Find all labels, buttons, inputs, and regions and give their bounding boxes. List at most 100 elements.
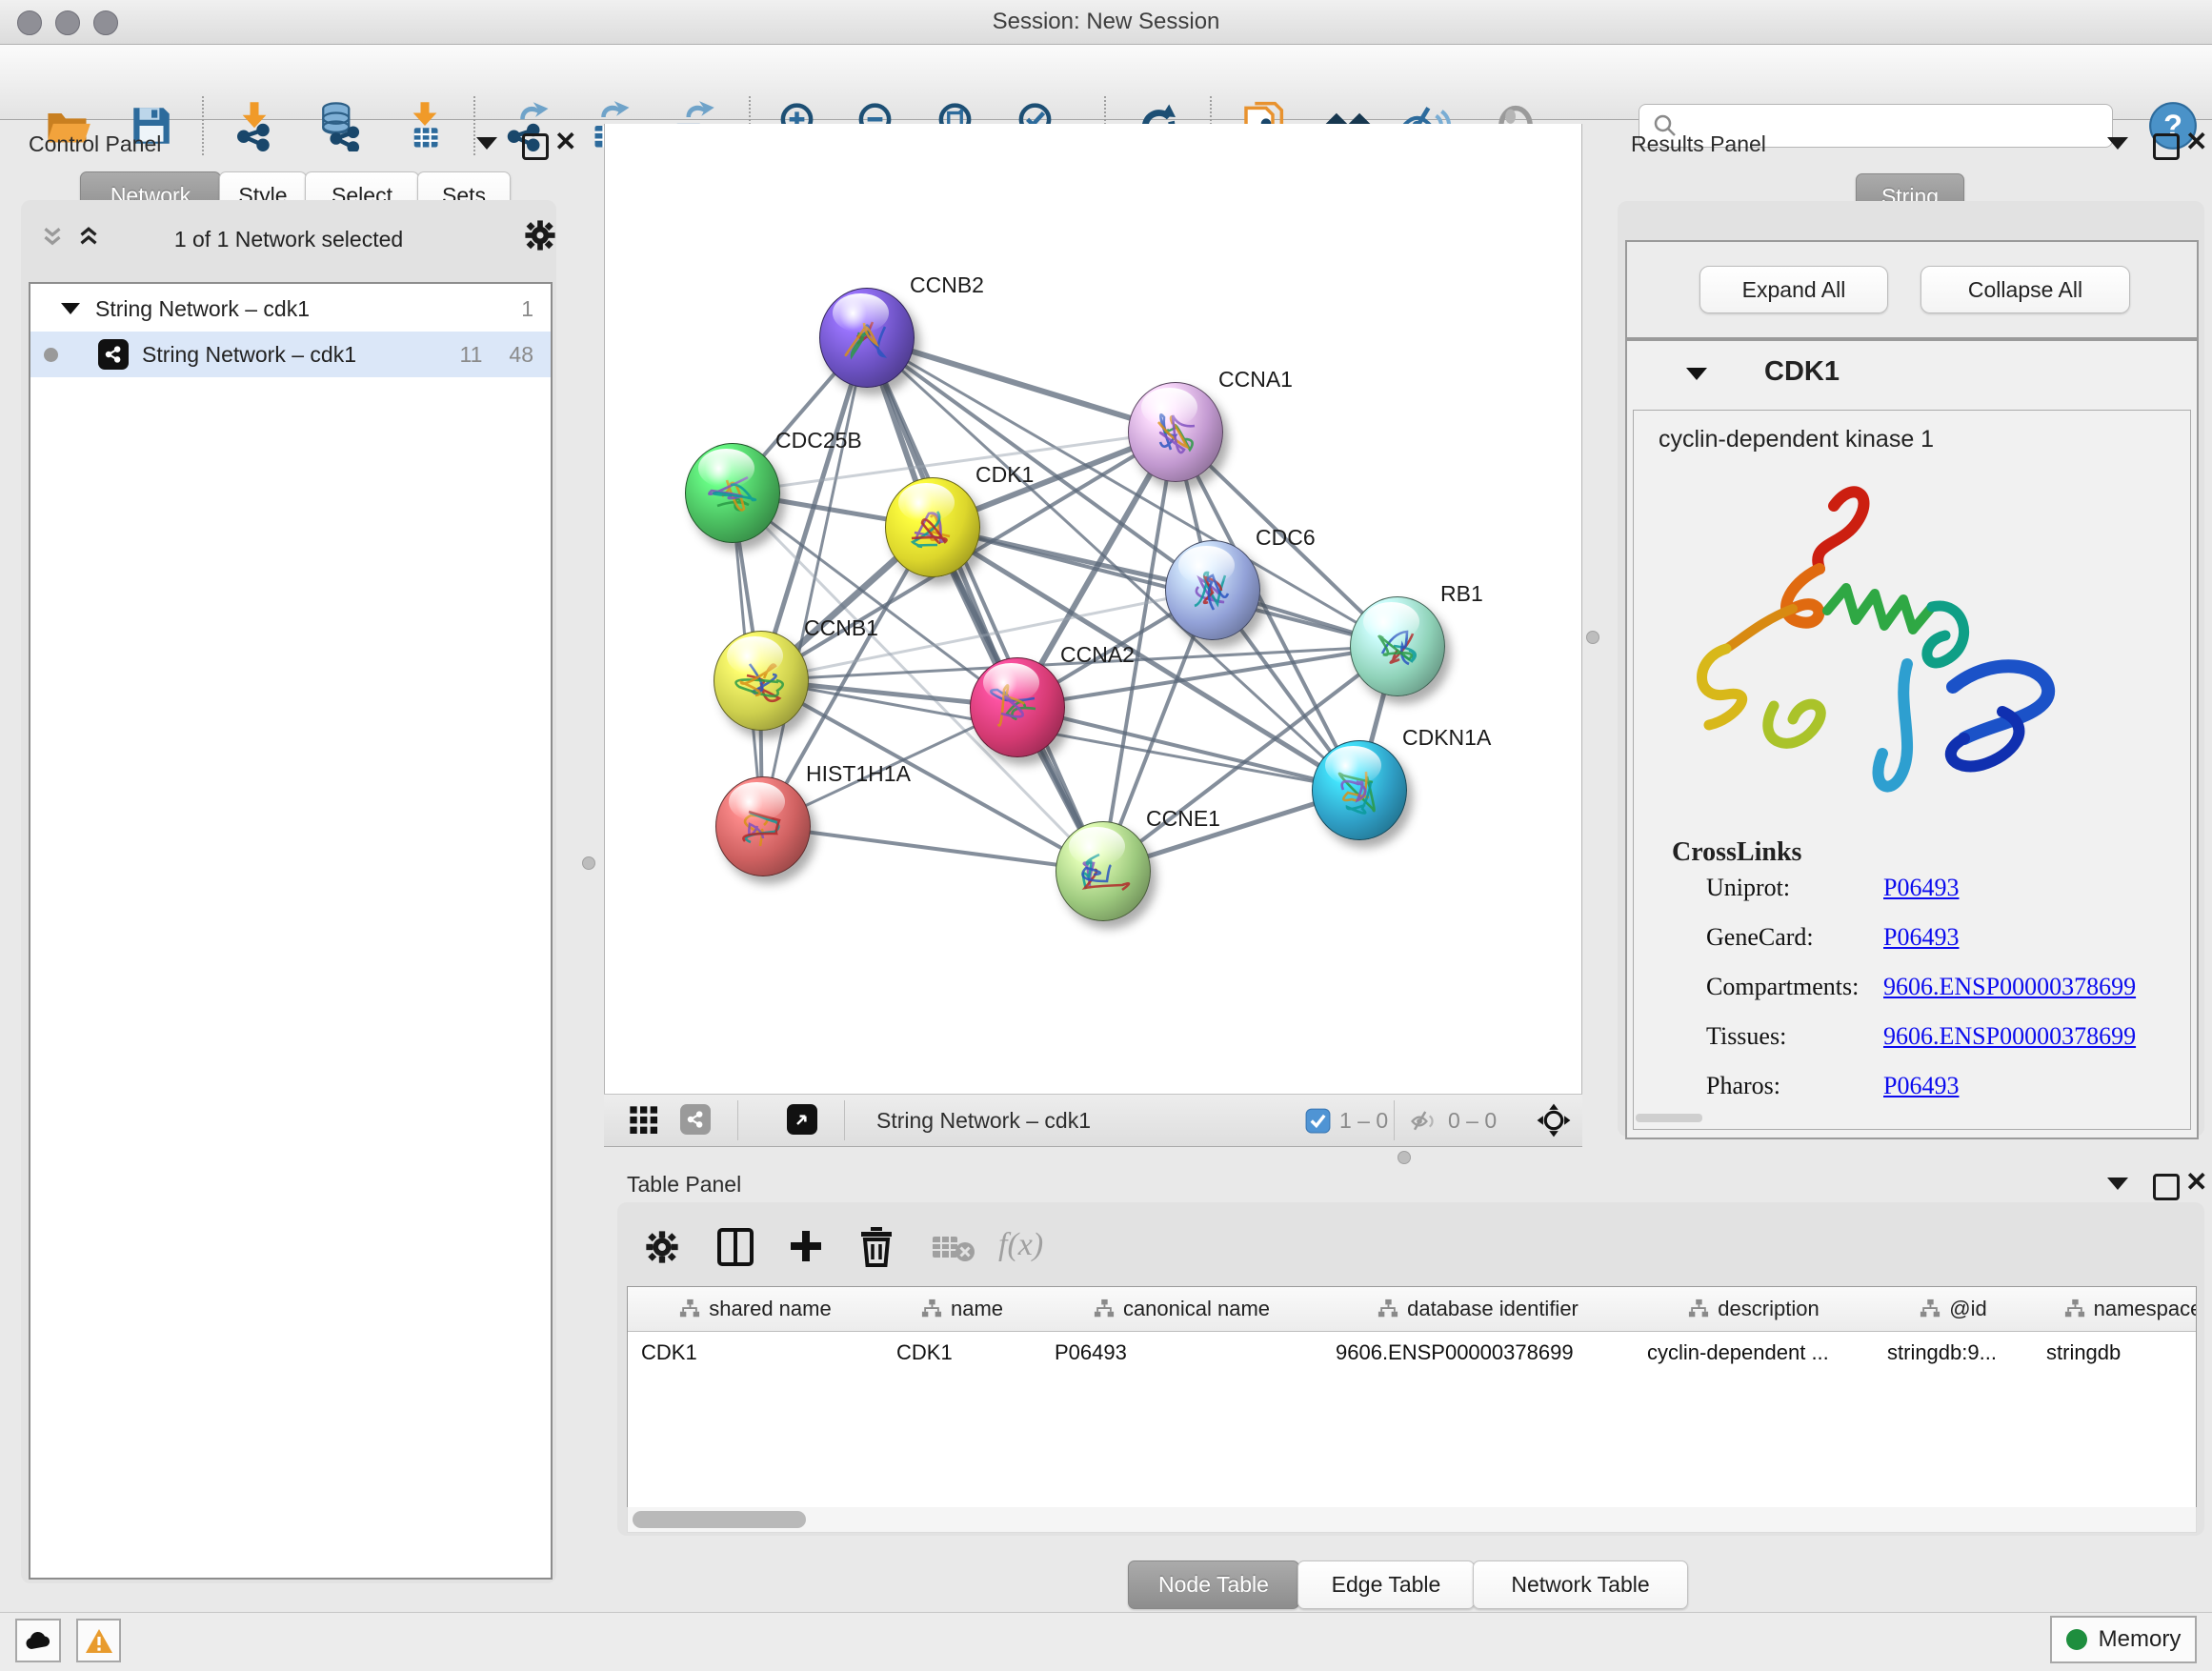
node-label-CCNB1: CCNB1 bbox=[804, 615, 878, 641]
network-node-CCNA2[interactable] bbox=[970, 657, 1065, 757]
crosslink-link[interactable]: 9606.ENSP00000378699 bbox=[1883, 1022, 2136, 1051]
node-gloss bbox=[1178, 546, 1235, 585]
grid-view-icon[interactable] bbox=[629, 1105, 659, 1136]
splitter-handle[interactable] bbox=[582, 856, 595, 870]
hidden-eye-icon bbox=[1410, 1107, 1438, 1136]
tab-node-table[interactable]: Node Table bbox=[1128, 1560, 1299, 1609]
table-gear-icon[interactable] bbox=[644, 1229, 680, 1265]
window-title: Session: New Session bbox=[0, 0, 2212, 44]
column-header-shared-name[interactable]: shared name bbox=[628, 1287, 884, 1332]
string-network-icon bbox=[98, 339, 129, 370]
tab-network-table[interactable]: Network Table bbox=[1473, 1560, 1688, 1609]
entry-collapse-icon[interactable] bbox=[1686, 368, 1707, 385]
network-node-RB1[interactable] bbox=[1350, 596, 1445, 696]
add-column-icon[interactable] bbox=[787, 1227, 825, 1265]
network-node-CCNE1[interactable] bbox=[1056, 821, 1151, 921]
column-header-description[interactable]: description bbox=[1634, 1287, 1875, 1332]
network-edge[interactable] bbox=[932, 527, 1397, 646]
node-gloss bbox=[1363, 602, 1419, 641]
table-cell[interactable]: P06493 bbox=[1041, 1331, 1322, 1375]
apply-function-icon: f(x) bbox=[998, 1227, 1043, 1263]
network-node-CCNB1[interactable] bbox=[714, 631, 809, 731]
selected-checkbox-icon[interactable] bbox=[1305, 1108, 1331, 1134]
control-panel-menu-icon[interactable] bbox=[476, 137, 497, 154]
network-view-canvas[interactable]: CCNB2CCNA1CDC25BCDK1CDC6RB1CCNB1CCNA2CDK… bbox=[604, 124, 1582, 1094]
expand-all-button[interactable]: Expand All bbox=[1699, 266, 1888, 313]
table-hscrollbar[interactable] bbox=[627, 1507, 2197, 1533]
results-panel-close-icon[interactable]: ✕ bbox=[2185, 131, 2207, 152]
network-list: String Network – cdk1 1 String Network –… bbox=[29, 282, 553, 1580]
table-cell[interactable]: stringdb:9... bbox=[1874, 1331, 2033, 1375]
entry-detail: cyclin-dependent kinase 1 bbox=[1633, 410, 2191, 1130]
network-row-selected[interactable]: String Network – cdk1 11 48 bbox=[30, 332, 551, 377]
crosslink-label: GeneCard: bbox=[1706, 923, 1814, 952]
network-node-CDC6[interactable] bbox=[1165, 540, 1260, 640]
status-bar: Memory bbox=[0, 1612, 2212, 1671]
delete-column-icon[interactable] bbox=[857, 1225, 895, 1267]
splitter-handle[interactable] bbox=[1586, 631, 1599, 644]
warning-icon bbox=[85, 1628, 113, 1654]
table-panel-menu-icon[interactable] bbox=[2107, 1178, 2128, 1195]
collapse-all-button[interactable]: Collapse All bbox=[1920, 266, 2130, 313]
network-collection-row[interactable]: String Network – cdk1 1 bbox=[30, 286, 551, 332]
table-cell[interactable]: 9606.ENSP00000378699 bbox=[1322, 1331, 1634, 1375]
crosslink-link[interactable]: 9606.ENSP00000378699 bbox=[1883, 973, 2136, 1001]
network-node-CDC25B[interactable] bbox=[685, 443, 780, 543]
column-header-canonical-name[interactable]: canonical name bbox=[1041, 1287, 1323, 1332]
table-cell[interactable]: CDK1 bbox=[883, 1331, 1041, 1375]
crosslink-link[interactable]: P06493 bbox=[1883, 923, 1959, 952]
memory-label: Memory bbox=[2099, 1626, 2182, 1653]
results-panel-menu-icon[interactable] bbox=[2107, 137, 2128, 154]
cloud-button[interactable] bbox=[15, 1619, 61, 1662]
warning-button[interactable] bbox=[76, 1619, 121, 1662]
node-label-CDC25B: CDC25B bbox=[775, 428, 862, 453]
network-node-CDK1[interactable] bbox=[885, 477, 980, 577]
network-node-HIST1H1A[interactable] bbox=[715, 776, 811, 876]
results-panel-float-icon[interactable] bbox=[2153, 133, 2180, 165]
table-cell[interactable]: stringdb bbox=[2033, 1331, 2197, 1375]
crosslink-link[interactable]: P06493 bbox=[1883, 874, 1959, 902]
node-gloss bbox=[729, 782, 785, 821]
column-header--id[interactable]: @id bbox=[1874, 1287, 2034, 1332]
selected-count: 1 – 0 bbox=[1339, 1095, 1388, 1146]
crosslink-label: Tissues: bbox=[1706, 1022, 1786, 1051]
control-panel-float-icon[interactable] bbox=[522, 133, 549, 165]
detach-view-icon[interactable] bbox=[787, 1104, 817, 1135]
column-header-namespace[interactable]: namespace bbox=[2033, 1287, 2197, 1332]
network-node-CCNA1[interactable] bbox=[1128, 382, 1223, 482]
toolbar-separator bbox=[844, 1100, 845, 1140]
table-hscrollbar-thumb[interactable] bbox=[633, 1511, 806, 1528]
network-node-CDKN1A[interactable] bbox=[1312, 740, 1407, 840]
table-cell[interactable]: CDK1 bbox=[628, 1331, 883, 1375]
control-panel-close-icon[interactable]: ✕ bbox=[554, 131, 576, 152]
control-panel: Control Panel ✕ NetworkStyleSelectSets 1… bbox=[10, 124, 564, 1583]
node-gloss bbox=[898, 483, 955, 522]
table-cell[interactable]: cyclin-dependent ... bbox=[1634, 1331, 1874, 1375]
show-columns-icon[interactable] bbox=[716, 1227, 754, 1267]
crosslink-link[interactable]: P06493 bbox=[1883, 1072, 1959, 1100]
tab-edge-table[interactable]: Edge Table bbox=[1297, 1560, 1475, 1609]
memory-button[interactable]: Memory bbox=[2050, 1616, 2197, 1663]
table-body: f(x) shared namenamecanonical namedataba… bbox=[617, 1202, 2204, 1536]
table-panel-title: Table Panel bbox=[627, 1172, 741, 1198]
node-label-HIST1H1A: HIST1H1A bbox=[806, 761, 911, 787]
node-gloss bbox=[698, 449, 754, 488]
column-header-name[interactable]: name bbox=[883, 1287, 1042, 1332]
birds-eye-icon[interactable] bbox=[1536, 1102, 1572, 1138]
column-header-database-identifier[interactable]: database identifier bbox=[1322, 1287, 1635, 1332]
result-entry-cdk1: CDK1 cyclin-dependent kinase 1 bbox=[1625, 339, 2199, 1139]
table-panel-close-icon[interactable]: ✕ bbox=[2185, 1172, 2207, 1193]
node-gloss bbox=[727, 636, 783, 675]
table-panel-float-icon[interactable] bbox=[2153, 1174, 2180, 1205]
crosslink-row: Pharos:P06493 bbox=[1634, 1072, 2190, 1121]
network-edge[interactable] bbox=[762, 826, 1102, 871]
network-node-CCNB2[interactable] bbox=[819, 288, 915, 388]
cloud-icon bbox=[24, 1630, 52, 1651]
title-bar: Session: New Session bbox=[0, 0, 2212, 45]
entry-scrollbar[interactable] bbox=[1636, 1114, 1702, 1122]
collection-expand-icon[interactable] bbox=[61, 303, 80, 314]
network-options-gear-icon[interactable] bbox=[524, 219, 556, 252]
network-edge[interactable] bbox=[866, 337, 1102, 871]
protein-structure-image bbox=[1667, 466, 2086, 837]
toolbar-separator bbox=[1394, 1100, 1395, 1140]
